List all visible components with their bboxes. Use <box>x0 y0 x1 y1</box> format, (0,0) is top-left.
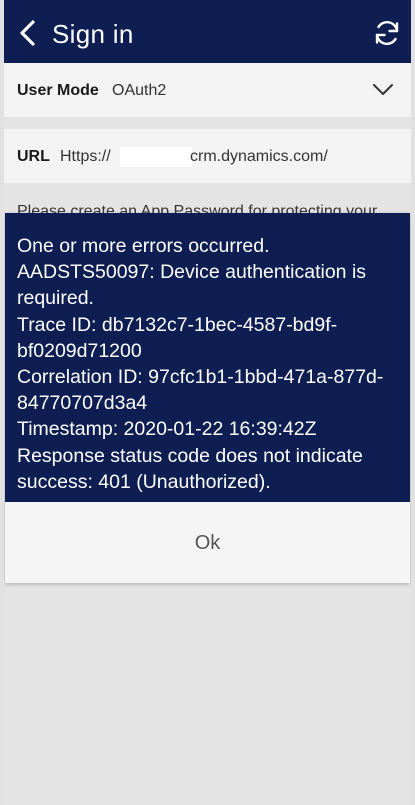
error-line: AADSTS50097: Device authentication is re… <box>17 261 367 310</box>
url-value-prefix: Https:// <box>60 148 111 165</box>
user-mode-select[interactable]: User Mode OAuth2 <box>4 63 411 117</box>
user-mode-label: User Mode <box>17 82 99 99</box>
url-redaction <box>120 147 192 167</box>
chevron-left-icon <box>20 20 35 46</box>
top-app-bar: Sign in <box>4 0 411 63</box>
chevron-down-icon[interactable] <box>372 83 394 97</box>
error-line: Timestamp: 2020-01-22 16:39:42Z <box>17 418 317 441</box>
error-line: Correlation ID: 97cfc1b1-1bbd-471a-877d-… <box>17 366 384 415</box>
error-message: One or more errors occurred. AADSTS50097… <box>17 233 402 495</box>
refresh-icon <box>375 20 399 46</box>
ok-button[interactable]: Ok <box>5 502 410 583</box>
url-field[interactable]: URL Https:// crm.dynamics.com/ <box>4 129 411 183</box>
url-label: URL <box>17 148 50 165</box>
error-dialog: One or more errors occurred. AADSTS50097… <box>5 213 410 583</box>
refresh-button[interactable] <box>372 18 402 48</box>
error-message-box: One or more errors occurred. AADSTS50097… <box>5 213 410 502</box>
error-line: Trace ID: db7132c7-1bec-4587-bd9f-bf0209… <box>17 313 338 362</box>
error-line: Response status code does not indicate s… <box>17 444 363 493</box>
page-title: Sign in <box>52 19 134 49</box>
user-mode-value: OAuth2 <box>112 82 167 99</box>
ok-button-label: Ok <box>194 532 221 554</box>
app-screen: Sign in User Mode OAuth2 URL Https:// cr… <box>4 0 411 805</box>
error-line: One or more errors occurred. <box>17 235 270 257</box>
back-button[interactable] <box>14 17 44 49</box>
url-value-suffix: crm.dynamics.com/ <box>190 148 328 165</box>
